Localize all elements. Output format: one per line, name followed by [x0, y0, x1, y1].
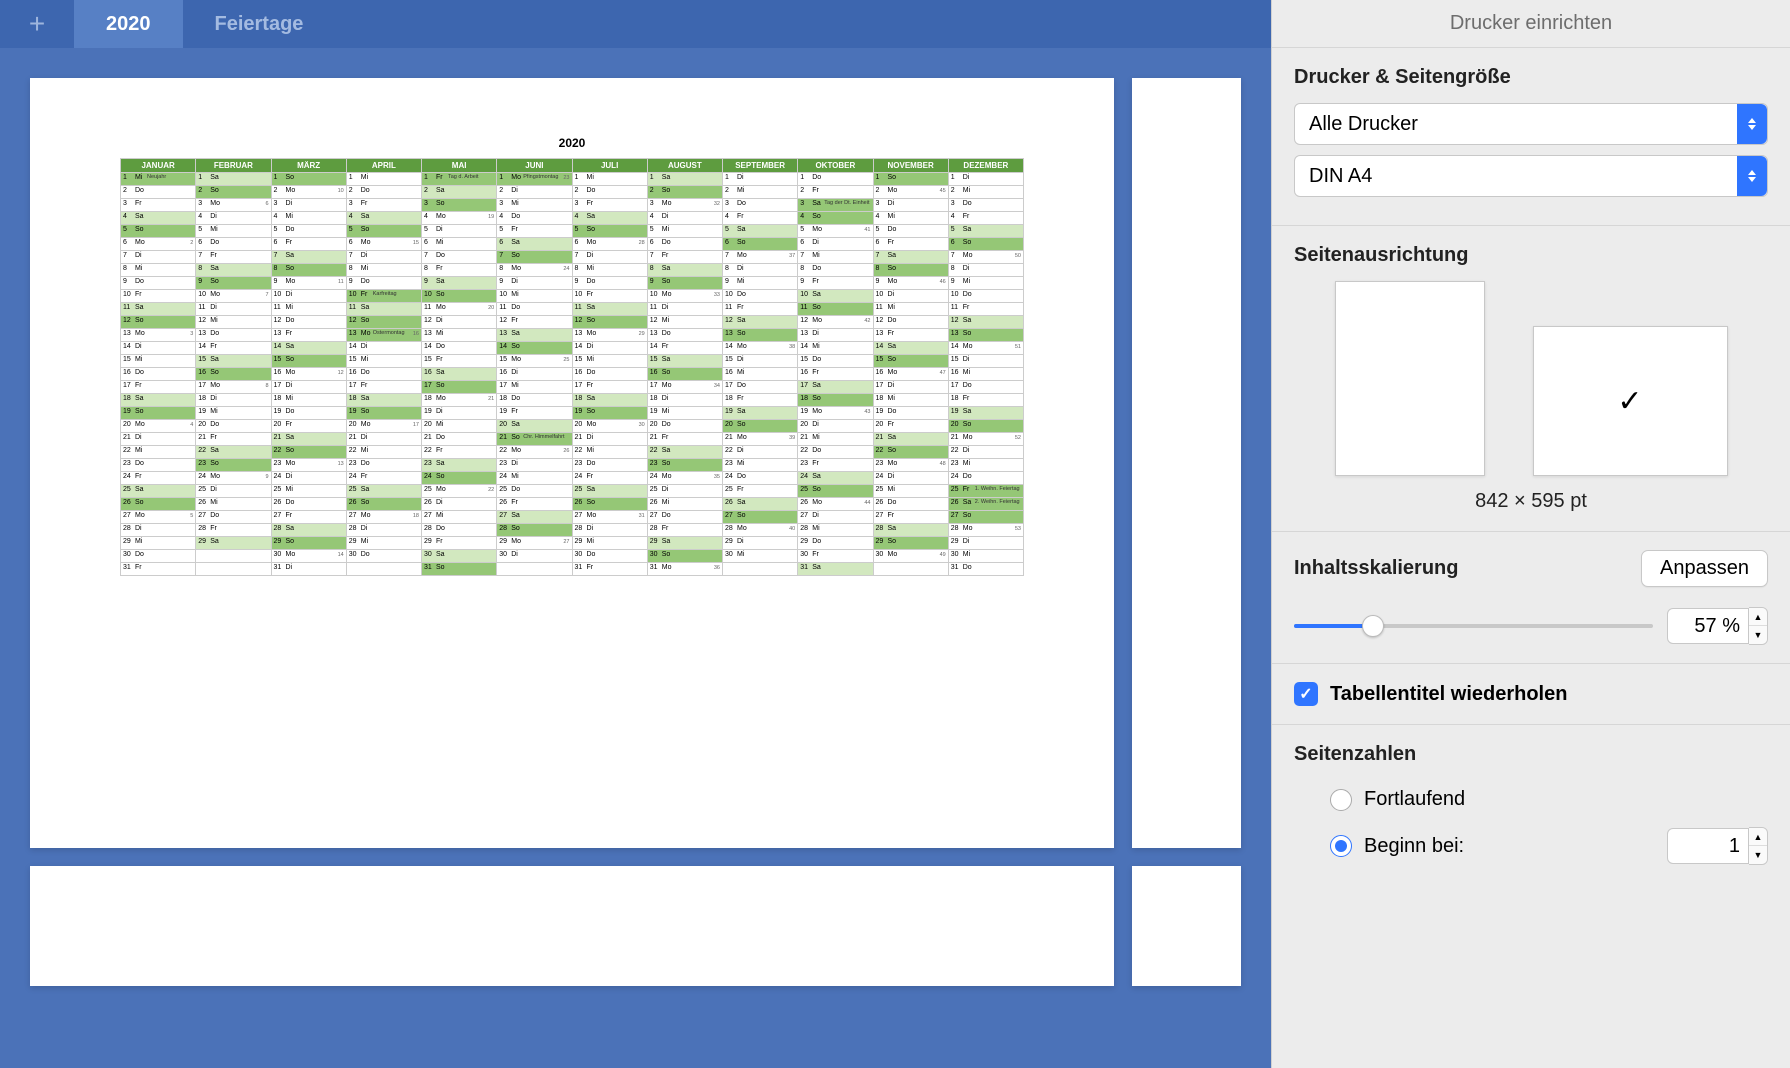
paper-select[interactable]: DIN A4: [1294, 155, 1768, 197]
add-tab-button[interactable]: +: [0, 0, 74, 48]
orientation-portrait-button[interactable]: [1335, 281, 1485, 476]
inspector-panel: Drucker einrichten Drucker & Seitengröße…: [1271, 0, 1790, 1068]
scale-slider[interactable]: [1294, 624, 1653, 628]
page-numbers-label: Seitenzahlen: [1294, 743, 1768, 766]
start-at-input[interactable]: [1667, 828, 1749, 864]
preview-page-3: [30, 866, 1114, 986]
orientation-landscape-button[interactable]: ✓: [1533, 326, 1728, 476]
slider-thumb[interactable]: [1362, 615, 1384, 637]
radio-continuous[interactable]: [1330, 789, 1352, 811]
preview-page-4: [1132, 866, 1241, 986]
radio-start-at[interactable]: [1330, 835, 1352, 857]
repeat-titles-label: Tabellentitel wiederholen: [1330, 683, 1567, 706]
radio-continuous-label: Fortlaufend: [1364, 788, 1465, 811]
calendar-title: 2020: [120, 136, 1024, 150]
tab-bar: + 2020 Feiertage: [0, 0, 1271, 48]
radio-start-at-label: Beginn bei:: [1364, 835, 1464, 858]
orientation-section: Seitenausrichtung ✓ 842 × 595 pt: [1272, 226, 1790, 532]
preview-pane: + 2020 Feiertage 2020 JANUARFEBRUARMÄRZA…: [0, 0, 1271, 1068]
printer-section-label: Drucker & Seitengröße: [1294, 66, 1768, 89]
fit-button[interactable]: Anpassen: [1641, 550, 1768, 587]
chevron-updown-icon: [1737, 156, 1767, 196]
page-numbers-section: Seitenzahlen Fortlaufend Beginn bei: ▲▼: [1272, 725, 1790, 891]
print-preview-area: 2020 JANUARFEBRUARMÄRZAPRILMAIJUNIJULIAU…: [0, 48, 1271, 1068]
preview-page-1: 2020 JANUARFEBRUARMÄRZAPRILMAIJUNIJULIAU…: [30, 78, 1114, 848]
preview-page-2: [1132, 78, 1241, 848]
scale-input[interactable]: [1667, 608, 1749, 644]
printer-section: Drucker & Seitengröße Alle Drucker DIN A…: [1272, 48, 1790, 226]
tab-feiertage[interactable]: Feiertage: [183, 0, 336, 48]
printer-select[interactable]: Alle Drucker: [1294, 103, 1768, 145]
scaling-label: Inhaltsskalierung: [1294, 557, 1459, 580]
page-dimensions: 842 × 595 pt: [1294, 490, 1768, 513]
scale-stepper[interactable]: ▲▼: [1749, 607, 1768, 645]
check-icon: ✓: [1617, 384, 1642, 419]
tab-2020[interactable]: 2020: [74, 0, 183, 48]
printer-value: Alle Drucker: [1309, 113, 1418, 136]
panel-title: Drucker einrichten: [1272, 0, 1790, 48]
chevron-updown-icon: [1737, 104, 1767, 144]
repeat-titles-section: ✓ Tabellentitel wiederholen: [1272, 664, 1790, 725]
start-at-stepper[interactable]: ▲▼: [1749, 827, 1768, 865]
paper-value: DIN A4: [1309, 165, 1372, 188]
scaling-section: Inhaltsskalierung Anpassen ▲▼: [1272, 532, 1790, 664]
calendar-table: JANUARFEBRUARMÄRZAPRILMAIJUNIJULIAUGUSTS…: [120, 158, 1024, 576]
repeat-titles-checkbox[interactable]: ✓: [1294, 682, 1318, 706]
orientation-label: Seitenausrichtung: [1294, 244, 1768, 267]
